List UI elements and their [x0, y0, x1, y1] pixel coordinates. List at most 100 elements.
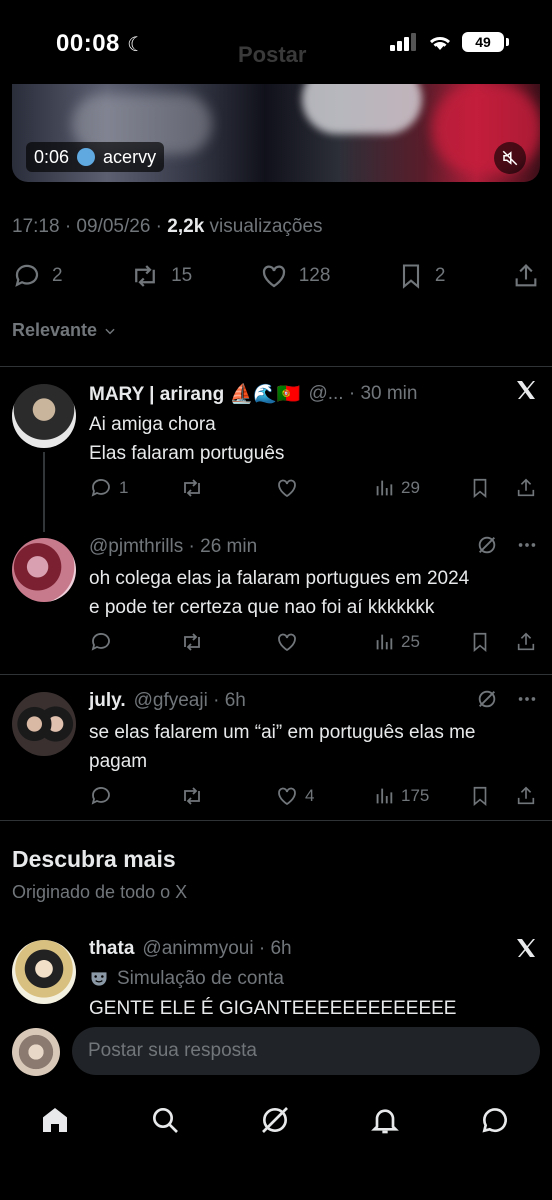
views-count: 2,2k — [167, 216, 205, 237]
post-actions: 4 175 — [89, 784, 539, 808]
like-button[interactable] — [275, 476, 373, 500]
post-header: july. @gfyeaji · 6h — [89, 690, 540, 712]
x-logo-icon — [517, 381, 535, 399]
avatar[interactable] — [12, 940, 76, 1004]
post-header: @pjmthrills · 26 min — [89, 536, 540, 558]
chevron-down-icon — [105, 328, 115, 334]
retweet-icon — [184, 787, 200, 805]
author-name[interactable]: thata — [89, 938, 134, 960]
views-button[interactable]: 175 — [373, 785, 469, 807]
avatar[interactable] — [12, 384, 76, 448]
user-avatar[interactable] — [12, 1028, 60, 1076]
more-icon[interactable] — [516, 534, 538, 556]
reply-input[interactable]: Postar sua resposta — [72, 1027, 540, 1075]
avatar[interactable] — [12, 692, 76, 756]
reply-composer: Postar sua resposta — [0, 1014, 552, 1090]
post-actions: 1 29 — [89, 476, 539, 500]
reply-button[interactable] — [89, 784, 179, 808]
reply-icon — [15, 264, 39, 287]
tweet-actions: 2 15 128 2 — [12, 256, 540, 296]
status-time: 00:08 ☾ — [56, 30, 146, 57]
battery-indicator: 49 — [462, 32, 509, 52]
views-button[interactable]: 25 — [373, 631, 469, 653]
author-name[interactable]: MARY | arirang ⛵🌊🇵🇹 — [89, 382, 300, 406]
heart-icon — [278, 633, 296, 652]
post-text: oh colega elas ja falaram portugues em 2… — [89, 568, 470, 618]
share-icon — [515, 264, 537, 287]
heart-icon — [262, 265, 285, 288]
bookmark-button[interactable]: 2 — [397, 261, 446, 291]
tab-search[interactable] — [149, 1104, 181, 1136]
share-button[interactable] — [515, 784, 537, 808]
like-button[interactable] — [275, 630, 373, 654]
retweet-icon — [135, 265, 155, 287]
views-chart-icon — [376, 634, 393, 650]
reply-icon — [91, 787, 110, 805]
tweet-meta: 17:18 · 09/05/26 · 2,2k visualizações — [12, 216, 323, 237]
post-text: Ai amiga chora Elas falaram português — [89, 414, 285, 464]
retweet-icon — [184, 633, 200, 651]
retweet-button[interactable]: 15 — [129, 261, 192, 291]
author-handle: @pjmthrills · 26 min — [89, 536, 258, 557]
reply-button[interactable]: 1 — [89, 476, 179, 500]
discover-post[interactable]: thata @animmyoui · 6h Simulação de conta… — [0, 924, 552, 1019]
tab-notifications[interactable] — [369, 1104, 401, 1136]
search-icon — [153, 1108, 178, 1133]
video-player[interactable]: 0:06 acervy — [12, 84, 540, 182]
reply-post[interactable]: MARY | arirang ⛵🌊🇵🇹 @... · 30 min Ai ami… — [0, 366, 552, 532]
bookmark-icon — [473, 478, 487, 499]
reply-icon — [91, 479, 110, 497]
author-handle: @animmyoui · 6h — [142, 938, 292, 959]
views-chart-icon — [376, 480, 393, 496]
section-subtitle: Originado de todo o X — [12, 882, 188, 902]
bell-icon — [371, 1109, 399, 1134]
tab-grok[interactable] — [259, 1104, 291, 1136]
home-icon — [43, 1108, 67, 1132]
sort-dropdown[interactable]: Relevante — [12, 320, 117, 341]
retweet-button[interactable] — [179, 630, 275, 654]
video-duration: 0:06 — [34, 146, 70, 167]
heart-icon — [278, 787, 296, 806]
author-name[interactable]: july. — [89, 690, 126, 712]
like-button[interactable]: 128 — [259, 261, 330, 291]
share-button[interactable] — [515, 476, 537, 500]
bookmark-button[interactable] — [469, 784, 515, 808]
share-icon — [517, 478, 535, 497]
post-actions: 25 — [89, 630, 539, 654]
tab-home[interactable] — [39, 1104, 71, 1136]
retweet-button[interactable] — [179, 784, 275, 808]
mute-button[interactable] — [494, 142, 526, 174]
more-icon[interactable] — [516, 688, 538, 710]
video-source: acervy — [103, 146, 157, 167]
section-title: Descubra mais — [12, 846, 176, 872]
views-button[interactable]: 29 — [373, 477, 469, 499]
bookmark-button[interactable] — [469, 476, 515, 500]
author-handle: @gfyeaji · 6h — [133, 690, 246, 711]
grok-icon[interactable] — [476, 688, 498, 710]
reply-post[interactable]: @pjmthrills · 26 min oh colega elas ja f… — [0, 518, 552, 674]
grok-icon[interactable] — [476, 534, 498, 556]
share-icon — [517, 632, 535, 651]
bookmark-button[interactable] — [469, 630, 515, 654]
divider — [0, 820, 552, 821]
share-button[interactable] — [512, 261, 540, 291]
grok-icon — [262, 1107, 288, 1133]
reply-post[interactable]: july. @gfyeaji · 6h se elas falarem um “… — [0, 674, 552, 820]
tab-messages[interactable] — [479, 1104, 511, 1136]
wifi-icon — [430, 37, 450, 50]
reply-button[interactable]: 2 — [12, 261, 63, 291]
theater-mask-icon — [91, 972, 107, 986]
post-text: se elas falarem um “ai” em português ela… — [89, 722, 476, 772]
retweet-button[interactable] — [179, 476, 275, 500]
message-icon — [482, 1108, 507, 1133]
author-handle: @... · 30 min — [308, 383, 418, 404]
post-header: thata @animmyoui · 6h — [89, 938, 540, 960]
header-title-faded: Postar — [238, 42, 307, 67]
share-button[interactable] — [515, 630, 537, 654]
share-icon — [517, 786, 535, 805]
like-button[interactable]: 4 — [275, 784, 373, 808]
bookmark-icon — [473, 786, 487, 807]
video-info-chip: 0:06 acervy — [26, 142, 165, 172]
reply-button[interactable] — [89, 630, 179, 654]
avatar[interactable] — [12, 538, 76, 602]
